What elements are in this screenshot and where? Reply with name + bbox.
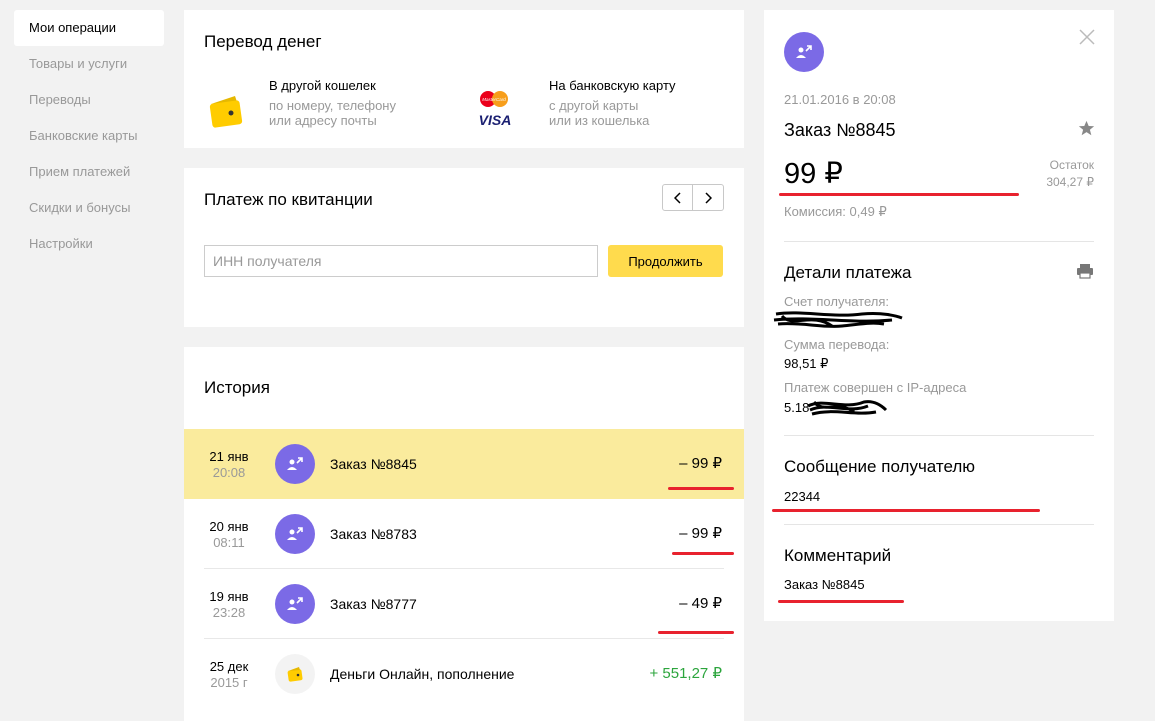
operation-amount: 99 ₽ [784,158,843,190]
card-option-title: На банковскую карту [549,78,676,93]
history-time: 23:28 [212,605,246,620]
recipient-account-label: Счет получателя: [784,294,890,309]
commission-text: Комиссия: 0,49 ₽ [784,204,887,219]
card-option-subtitle: с другой карты или из кошелька [549,98,649,128]
transfer-to-wallet-option[interactable]: В другой кошелек по номеру, телефону или… [204,78,464,138]
money-transfer-card: Перевод денег В другой кошелек по номеру… [184,10,744,148]
divider [784,241,1094,242]
money-transfer-title: Перевод денег [204,32,322,51]
history-time: 2015 г [210,675,248,690]
annotation-underline [778,600,904,603]
sidebar-item-bank-cards[interactable]: Банковские карты [14,118,164,154]
history-date: 25 дек [209,659,249,674]
receipt-payment-title: Платеж по квитанции [204,190,373,209]
transfer-sum-label: Сумма перевода: [784,337,890,352]
chevron-right-icon [705,191,712,204]
message-to-recipient-title: Сообщение получателю [784,457,976,476]
history-row-name: Заказ №8783 [330,526,417,542]
history-row[interactable]: 20 янв 08:11 Заказ №8783 – 99 ₽ [184,499,744,569]
annotation-underline [779,193,1019,196]
history-row[interactable]: 25 дек 2015 г Деньги Онлайн, пополнение +… [184,639,744,709]
ip-address-label: Платеж совершен с IP-адреса [784,380,967,395]
history-time: 08:11 [213,535,245,550]
card-option-sub-line1: с другой карты [549,98,639,113]
history-row-date: 19 янв 23:28 [184,589,274,621]
visa-text: VISA [479,112,512,128]
comment-title: Комментарий [784,546,892,565]
history-row-name: Деньги Онлайн, пополнение [330,666,515,682]
history-title: История [204,378,270,397]
wallet-icon [275,654,315,694]
sidebar-item-goods-services[interactable]: Товары и услуги [14,46,164,82]
operation-title: Заказ №8845 [784,120,896,140]
history-row-date: 21 янв 20:08 [184,449,274,481]
redaction-scribble [773,311,903,328]
history-row-amount: – 49 ₽ [679,595,722,612]
inn-recipient-input[interactable] [204,245,598,277]
sidebar-item-accept-payments[interactable]: Прием платежей [14,154,164,190]
history-time: 20:08 [212,465,246,480]
history-row-amount: + 551,27 ₽ [649,665,722,682]
transfer-to-card-option[interactable]: MasterCard VISA На банковскую карту с др… [479,78,724,138]
transfer-out-icon [275,514,315,554]
sidebar-item-transfers[interactable]: Переводы [14,82,164,118]
carousel-nav [662,184,724,211]
annotation-underline [772,509,1040,512]
close-icon[interactable] [1078,28,1096,46]
printer-icon[interactable] [1076,263,1094,279]
history-row-name: Заказ №8777 [330,596,417,612]
transfer-out-icon [784,32,824,72]
history-date: 20 янв [209,519,249,534]
history-row-name: Заказ №8845 [330,456,417,472]
wallet-option-title: В другой кошелек [269,78,376,93]
history-date: 19 янв [209,589,249,604]
history-row[interactable]: 21 янв 20:08 Заказ №8845 – 99 ₽ [184,429,744,499]
sidebar-item-my-operations[interactable]: Мои операции [14,10,164,46]
annotation-underline [658,631,734,634]
history-date: 21 янв [209,449,249,464]
wallet-option-subtitle: по номеру, телефону или адресу почты [269,98,396,128]
operation-datetime: 21.01.2016 в 20:08 [784,92,896,107]
transfer-out-icon [275,584,315,624]
chevron-left-icon [673,191,681,204]
divider [784,524,1094,525]
bank-cards-icon: MasterCard VISA [479,91,512,128]
receipt-payment-card: Платеж по квитанции Продолжить [184,168,744,327]
wallet-option-sub-line2: или адресу почты [269,113,377,128]
redaction-scribble [807,400,888,416]
history-row-amount: – 99 ₽ [679,525,722,542]
transfer-out-icon [275,444,315,484]
wallet-option-sub-line1: по номеру, телефону [269,98,396,113]
balance-label: Остаток [1049,158,1094,172]
mastercard-text: MasterCard [482,97,506,102]
history-row-amount: – 99 ₽ [679,455,722,472]
sidebar-item-discounts-bonuses[interactable]: Скидки и бонусы [14,190,164,226]
sidebar: Мои операции Товары и услуги Переводы Ба… [14,10,164,262]
star-icon[interactable] [1078,120,1095,137]
history-card: История 21 янв 20:08 Заказ №8845 – 99 ₽ 2… [184,347,744,721]
annotation-underline [672,552,734,555]
transfer-sum-value: 98,51 ₽ [784,356,829,371]
next-button[interactable] [693,184,724,211]
payment-details-title: Детали платежа [784,263,912,282]
comment-value: Заказ №8845 [784,577,865,592]
sidebar-item-settings[interactable]: Настройки [14,226,164,262]
history-row-date: 20 янв 08:11 [184,519,274,551]
message-to-recipient-value: 22344 [784,489,821,504]
balance-value: 304,27 ₽ [1046,175,1094,189]
prev-button[interactable] [662,184,693,211]
wallet-icon [209,96,243,128]
history-row-date: 25 дек 2015 г [184,659,274,691]
continue-button[interactable]: Продолжить [608,245,723,277]
history-row[interactable]: 19 янв 23:28 Заказ №8777 – 49 ₽ [184,569,744,639]
card-option-sub-line2: или из кошелька [549,113,650,128]
divider [784,435,1094,436]
annotation-underline [668,487,734,490]
